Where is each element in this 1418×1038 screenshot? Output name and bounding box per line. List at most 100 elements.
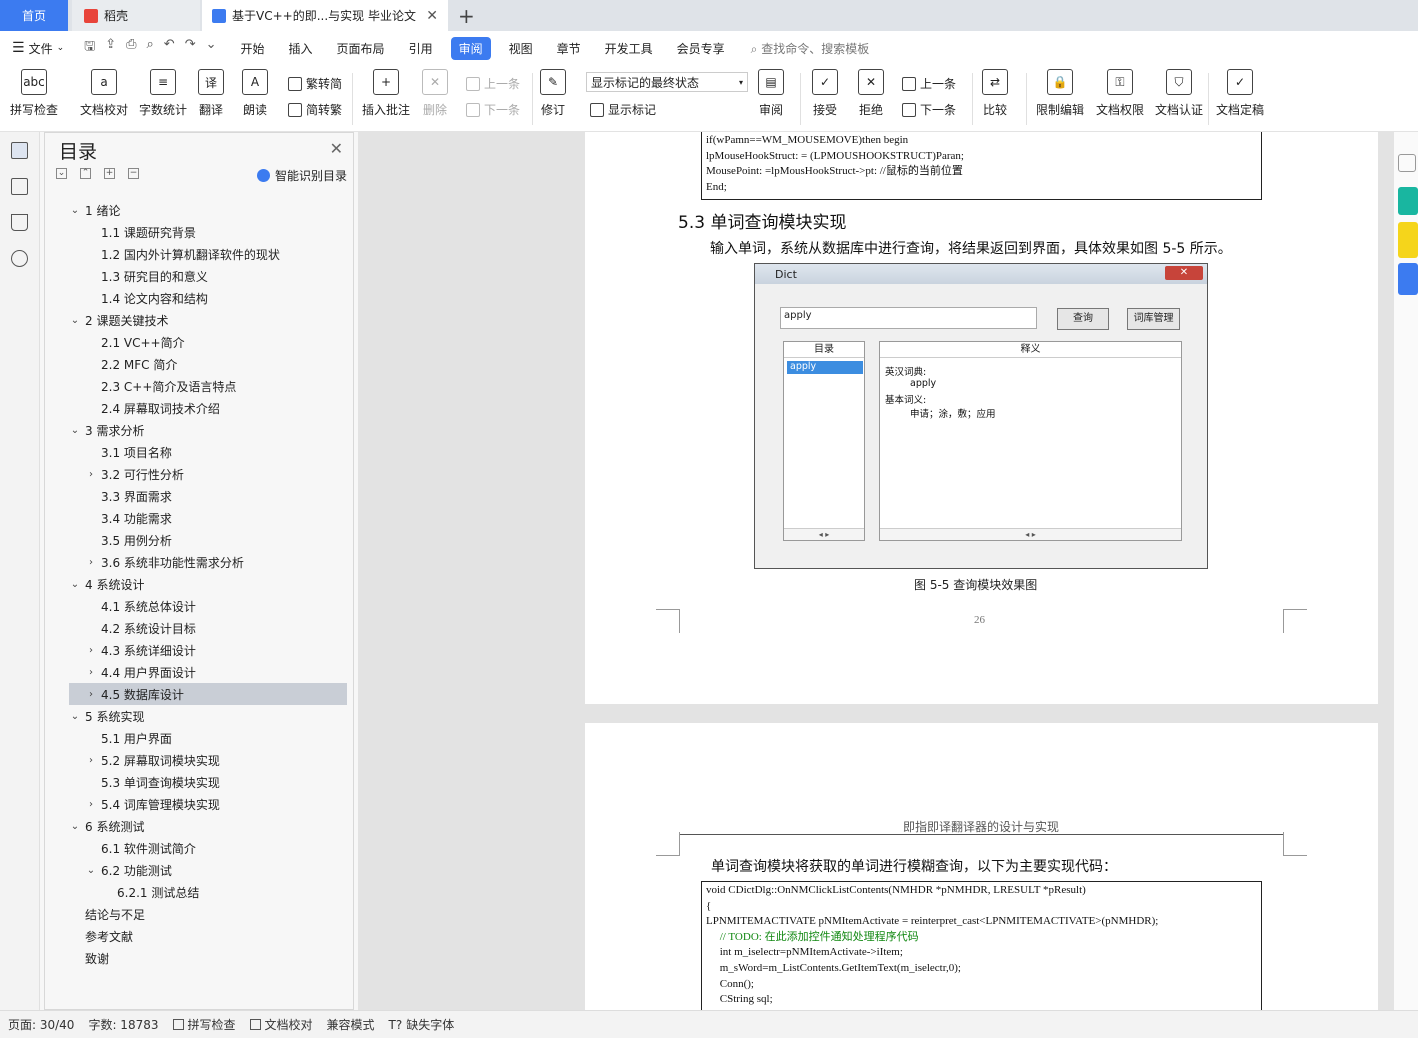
toc-item[interactable]: ⌄ 6.2 功能测试 xyxy=(69,859,347,881)
toc-item[interactable]: 1.2 国内外计算机翻译软件的现状 xyxy=(69,243,347,265)
doc-cert-button[interactable]: ⛉ 文档认证 xyxy=(1155,69,1203,118)
smart-toc-button[interactable]: 智能识别目录 xyxy=(256,167,347,184)
menu-developer[interactable]: 开发工具 xyxy=(605,40,653,57)
expand-all-icon[interactable]: ⌃ xyxy=(80,168,91,179)
menu-start[interactable]: 开始 xyxy=(241,40,265,57)
reject-button[interactable]: ✕ 拒绝 xyxy=(858,69,884,118)
restrict-editing-button[interactable]: 🔒 限制编辑 xyxy=(1036,69,1084,118)
toc-item[interactable]: ⌄ 4 系统设计 xyxy=(69,573,347,595)
toc-item[interactable]: › 3.2 可行性分析 xyxy=(69,463,347,485)
collapse-all-icon[interactable]: ⌄ xyxy=(56,168,67,179)
toc-item[interactable]: 结论与不足 xyxy=(69,903,347,925)
print-icon[interactable]: ⎙ xyxy=(126,37,136,59)
proofread-status[interactable]: 文档校对 xyxy=(249,1016,313,1033)
search-icon[interactable] xyxy=(11,250,28,267)
next-change-button[interactable]: 下一条 xyxy=(902,101,956,118)
toc-item[interactable]: › 5.2 屏幕取词模块实现 xyxy=(69,749,347,771)
toc-item[interactable]: ⌄ 5 系统实现 xyxy=(69,705,347,727)
toc-item[interactable]: › 3.6 系统非功能性需求分析 xyxy=(69,551,347,573)
toc-item[interactable]: 3.3 界面需求 xyxy=(69,485,347,507)
delete-comment-button[interactable]: ✕ 删除 xyxy=(422,69,448,118)
simp-to-trad-button[interactable]: 简转繁 xyxy=(288,101,342,118)
export-icon[interactable]: ⇪ xyxy=(105,37,116,59)
undo-icon[interactable]: ↶ xyxy=(164,37,175,59)
chevron-right-icon[interactable]: › xyxy=(85,557,97,568)
menu-member[interactable]: 会员专享 xyxy=(677,40,725,57)
collapse-icon[interactable] xyxy=(1398,154,1416,172)
bookmark-icon[interactable] xyxy=(11,214,28,231)
menu-view[interactable]: 视图 xyxy=(509,40,533,57)
toc-item[interactable]: ⌄ 1 绪论 xyxy=(69,199,347,221)
toc-item[interactable]: 3.4 功能需求 xyxy=(69,507,347,529)
trad-to-simp-button[interactable]: 繁转简 xyxy=(288,75,342,92)
toc-item[interactable]: 5.3 单词查询模块实现 xyxy=(69,771,347,793)
save-icon[interactable]: 🖫 xyxy=(84,37,95,59)
toc-item[interactable]: › 4.5 数据库设计 xyxy=(69,683,347,705)
toc-item[interactable]: 1.3 研究目的和意义 xyxy=(69,265,347,287)
chevron-right-icon[interactable]: › xyxy=(85,689,97,700)
remove-heading-icon[interactable]: − xyxy=(128,168,139,179)
toc-item[interactable]: 2.1 VC++简介 xyxy=(69,331,347,353)
chevron-down-icon[interactable]: ⌄ xyxy=(69,205,81,216)
translate-button[interactable]: 译翻译 xyxy=(198,69,224,118)
tab-daoke[interactable]: 稻壳 xyxy=(72,0,200,31)
toc-item[interactable]: 2.3 C++简介及语言特点 xyxy=(69,375,347,397)
chapter-view-icon[interactable] xyxy=(11,178,28,195)
doc-finalize-button[interactable]: ✓ 文档定稿 xyxy=(1216,69,1264,118)
toc-item[interactable]: 6.2.1 测试总结 xyxy=(69,881,347,903)
toc-item[interactable]: 2.4 屏幕取词技术介绍 xyxy=(69,397,347,419)
more-icon[interactable]: ⌄ xyxy=(206,37,217,59)
insert-comment-button[interactable]: + 插入批注 xyxy=(362,69,410,118)
close-icon[interactable]: ✕ xyxy=(426,8,438,24)
toc-item[interactable]: 3.1 项目名称 xyxy=(69,441,347,463)
redo-icon[interactable]: ↷ xyxy=(185,37,196,59)
word-count-status[interactable]: 字数: 18783 xyxy=(88,1016,158,1033)
toc-item[interactable]: ⌄ 6 系统测试 xyxy=(69,815,347,837)
doc-rights-button[interactable]: ⚿ 文档权限 xyxy=(1096,69,1144,118)
toc-item[interactable]: ⌄ 2 课题关键技术 xyxy=(69,309,347,331)
menu-page-layout[interactable]: 页面布局 xyxy=(337,40,385,57)
next-comment-button[interactable]: 下一条 xyxy=(466,101,520,118)
prev-change-button[interactable]: 上一条 xyxy=(902,75,956,92)
word-count-button[interactable]: ≡ 字数统计 xyxy=(139,69,187,118)
menu-review[interactable]: 审阅 xyxy=(450,36,491,60)
chevron-down-icon[interactable]: ⌄ xyxy=(69,821,81,832)
toc-item[interactable]: ⌄ 3 需求分析 xyxy=(69,419,347,441)
chevron-down-icon[interactable]: ⌄ xyxy=(69,711,81,722)
toc-item[interactable]: 5.1 用户界面 xyxy=(69,727,347,749)
doc-proofread-button[interactable]: a 文档校对 xyxy=(80,69,128,118)
print-preview-icon[interactable]: ⌕ xyxy=(147,37,154,59)
chevron-down-icon[interactable]: ⌄ xyxy=(69,315,81,326)
track-changes-button[interactable]: ✎ 修订 xyxy=(540,69,566,118)
toc-item[interactable]: 致谢 xyxy=(69,947,347,969)
chevron-right-icon[interactable]: › xyxy=(85,799,97,810)
toc-view-icon[interactable] xyxy=(11,142,28,159)
menu-chapter[interactable]: 章节 xyxy=(557,40,581,57)
tab-home[interactable]: 首页 xyxy=(0,0,68,31)
command-search[interactable]: ⌕ 查找命令、搜索模板 xyxy=(751,40,870,57)
chevron-right-icon[interactable]: › xyxy=(85,469,97,480)
tab-document[interactable]: 基于VC++的即...与实现 毕业论文 ✕ xyxy=(202,0,448,31)
menu-insert[interactable]: 插入 xyxy=(289,40,313,57)
chevron-right-icon[interactable]: › xyxy=(85,645,97,656)
toc-item[interactable]: 参考文献 xyxy=(69,925,347,947)
toc-item[interactable]: 2.2 MFC 简介 xyxy=(69,353,347,375)
chevron-down-icon[interactable]: ⌄ xyxy=(69,579,81,590)
missing-font-status[interactable]: T? 缺失字体 xyxy=(389,1016,455,1033)
chevron-right-icon[interactable]: › xyxy=(85,667,97,678)
toc-item[interactable]: 1.1 课题研究背景 xyxy=(69,221,347,243)
chevron-down-icon[interactable]: ⌄ xyxy=(85,865,97,876)
file-menu[interactable]: ☰ 文件 ⌄ xyxy=(12,40,64,57)
toc-item[interactable]: 4.2 系统设计目标 xyxy=(69,617,347,639)
toc-item[interactable]: › 4.4 用户界面设计 xyxy=(69,661,347,683)
show-markup-button[interactable]: 显示标记 xyxy=(590,101,656,118)
share-icon[interactable] xyxy=(1398,263,1418,295)
add-tab-icon[interactable]: + xyxy=(458,4,475,28)
review-pane-button[interactable]: ▤ 审阅 xyxy=(758,69,784,118)
spell-check-button[interactable]: abc 拼写检查 xyxy=(10,69,58,118)
toc-item[interactable]: 4.1 系统总体设计 xyxy=(69,595,347,617)
toc-item[interactable]: 3.5 用例分析 xyxy=(69,529,347,551)
read-aloud-button[interactable]: A 朗读 xyxy=(242,69,268,118)
toc-item[interactable]: 6.1 软件测试简介 xyxy=(69,837,347,859)
member-icon[interactable] xyxy=(1398,222,1418,258)
